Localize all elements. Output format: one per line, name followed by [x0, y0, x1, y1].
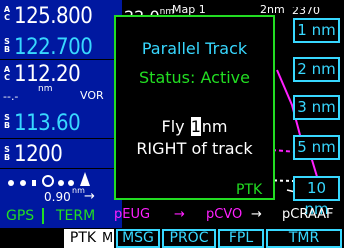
- nav-active-frequency[interactable]: 112.20: [14, 64, 81, 86]
- nav-info-row: --.- nm VOR: [0, 84, 122, 108]
- fly-prefix: Fly: [161, 117, 185, 136]
- gps-status-row: GPS TERM: [0, 206, 122, 228]
- route-mid: pCVO: [206, 207, 243, 222]
- nav-standby-frequency[interactable]: 113.60: [14, 113, 81, 135]
- com-active-label: AC: [3, 5, 11, 22]
- route-leg-line: [276, 69, 319, 181]
- cdi-dot: [20, 180, 26, 186]
- com-active-frequency[interactable]: 125.800: [14, 6, 93, 28]
- com-standby-frequency[interactable]: 122.700: [14, 37, 93, 59]
- cdi-dot: [58, 180, 64, 186]
- offset-5nm-button[interactable]: 5 nm: [293, 135, 340, 160]
- offset-2nm-button[interactable]: 2 nm: [293, 57, 340, 82]
- nav-distance-unit: nm: [38, 84, 53, 94]
- softkey-ptk[interactable]: PTK: [64, 229, 102, 248]
- fly-instruction: Fly 1nm: [116, 117, 273, 136]
- parallel-track-dialog: Parallel Track Status: Active Fly 1nm RI…: [114, 15, 275, 200]
- com-standby-label: SB: [3, 37, 11, 54]
- cdi-dot: [32, 180, 36, 186]
- nav-standby-label: SB: [3, 113, 11, 130]
- gps-mode: GPS: [6, 208, 35, 224]
- offset-1nm-button[interactable]: 1 nm: [293, 18, 340, 43]
- cdi-distance: 0.90: [44, 190, 71, 204]
- nav-distance: --.-: [3, 90, 19, 103]
- route-strip: pEUG → pCVO → pCRAAF: [114, 204, 344, 226]
- softkey-blank: [0, 229, 64, 248]
- nav-active-label: AC: [3, 65, 11, 82]
- nav-active-row[interactable]: AC 112.20: [0, 60, 122, 88]
- softkey-fpl[interactable]: FPL: [218, 229, 264, 248]
- nav-source: VOR: [80, 89, 104, 102]
- status-text: Status: Active: [139, 68, 250, 87]
- nav-standby-row[interactable]: SB 113.60: [0, 106, 122, 136]
- divider: [42, 208, 44, 224]
- heading-readout: 2370: [292, 7, 320, 15]
- cdi-indicator: [0, 170, 122, 192]
- radio-panel: AC 125.800 SB 122.700 AC 112.20 --.- nm …: [0, 0, 122, 228]
- route-arrow-icon: →: [174, 207, 185, 222]
- cdi-distance-unit: nm: [72, 186, 85, 195]
- divider: [0, 138, 122, 139]
- offset-10nm-button[interactable]: 10 nm: [293, 176, 340, 218]
- route-arrow-icon: →: [251, 207, 262, 222]
- direction-instruction: RIGHT of track: [136, 139, 253, 158]
- cdi-center-circle: [42, 175, 54, 187]
- softkey-msg[interactable]: MSG: [116, 229, 160, 248]
- transponder-label: SB: [3, 145, 11, 162]
- ptk-indicator: PTK: [236, 182, 263, 198]
- offset-3nm-button[interactable]: 3 nm: [293, 95, 340, 120]
- gps-phase: TERM: [56, 208, 96, 224]
- transponder-row[interactable]: SB 1200: [0, 140, 122, 168]
- softkey-tmr[interactable]: TMR: [266, 229, 342, 248]
- offset-value-field[interactable]: 1: [190, 117, 201, 136]
- right-arrow-icon: →: [84, 189, 95, 204]
- softkey-proc[interactable]: PROC: [162, 229, 216, 248]
- divider: [0, 168, 122, 169]
- com-standby-row[interactable]: SB 122.700: [0, 30, 122, 59]
- fly-unit: nm: [201, 117, 228, 136]
- route-to: pCRAAF: [282, 207, 334, 222]
- to-from-arrow-icon: [80, 172, 90, 186]
- transponder-code[interactable]: 1200: [14, 144, 63, 166]
- dialog-title: Parallel Track: [141, 39, 248, 58]
- softkey-m[interactable]: M: [100, 229, 114, 248]
- cdi-distance-row: 0.90 nm →: [0, 186, 122, 206]
- cdi-dot: [8, 180, 14, 186]
- route-from: pEUG: [114, 207, 151, 222]
